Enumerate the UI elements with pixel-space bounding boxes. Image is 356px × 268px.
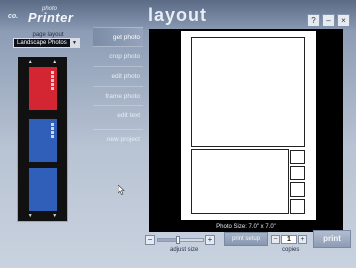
logo-title: Printer <box>28 10 74 25</box>
page-layout-select[interactable]: Landscape Photos ▼ <box>13 38 80 48</box>
title-bar: co. photo Printer layout ? – × <box>0 0 356 30</box>
app-logo: co. photo Printer <box>8 6 88 26</box>
page-layout-select-value: Landscape Photos <box>17 40 67 46</box>
zoom-in-button[interactable]: + <box>205 235 215 245</box>
chevron-down-icon[interactable]: ▼ <box>70 39 79 47</box>
layout-thumbnail-strip: ▲ ▲ ▼ ▼ <box>17 56 68 222</box>
copies-label: copies <box>282 247 300 253</box>
photo-frame-bottom[interactable] <box>191 149 289 214</box>
slider-fill <box>158 239 179 241</box>
photo-frame-small[interactable] <box>290 150 305 164</box>
photo-frame-small[interactable] <box>290 182 305 197</box>
frame-photo-button[interactable]: frame photo <box>93 86 143 105</box>
scroll-down-icon[interactable]: ▼ <box>52 213 57 219</box>
logo-brand: co. <box>8 13 19 20</box>
thumbnail-main-frame <box>32 123 50 139</box>
mouse-cursor-icon <box>118 185 125 195</box>
scroll-up-icon[interactable]: ▲ <box>28 59 33 65</box>
layout-thumbnail[interactable] <box>29 168 57 211</box>
adjust-size-slider[interactable] <box>157 236 204 244</box>
layout-thumbnail[interactable] <box>29 119 57 162</box>
help-button[interactable]: ? <box>307 14 320 27</box>
zoom-out-button[interactable]: − <box>145 235 155 245</box>
page-title: layout <box>148 5 208 25</box>
thumbnail-small-frames <box>51 71 55 91</box>
slider-handle[interactable] <box>176 236 181 244</box>
thumbnail-main-frame <box>32 71 50 87</box>
app-window: co. photo Printer layout ? – × page layo… <box>0 0 356 268</box>
new-project-button[interactable]: new project <box>93 129 143 148</box>
thumbnail-small-frames <box>51 123 55 139</box>
edit-photo-button[interactable]: edit photo <box>93 66 143 85</box>
thumbnail-bottom-frame <box>32 141 54 158</box>
layout-thumbnail[interactable] <box>29 67 57 110</box>
copies-increase-button[interactable]: + <box>298 235 307 244</box>
photo-frame-small[interactable] <box>290 199 305 214</box>
scroll-up-icon[interactable]: ▲ <box>52 59 57 65</box>
scroll-up-arrows[interactable]: ▲ ▲ <box>18 59 67 65</box>
thumbnail-bottom-frame <box>32 184 54 204</box>
crop-photo-button[interactable]: crop photo <box>93 46 143 65</box>
copies-decrease-button[interactable]: − <box>271 235 280 244</box>
scroll-down-icon[interactable]: ▼ <box>28 213 33 219</box>
copies-input[interactable]: 1 <box>281 235 297 244</box>
adjust-size-label: adjust size <box>170 247 199 253</box>
minimize-button[interactable]: – <box>322 14 335 27</box>
thumbnail-main-frame <box>32 172 54 182</box>
print-setup-button[interactable]: print setup <box>224 232 268 246</box>
edit-text-button[interactable]: edit text <box>93 105 143 124</box>
photo-frame-large[interactable] <box>191 37 305 147</box>
get-photo-button[interactable]: get photo <box>93 27 143 46</box>
photo-frame-small[interactable] <box>290 166 305 180</box>
scroll-down-arrows[interactable]: ▼ ▼ <box>18 213 67 219</box>
print-button[interactable]: print <box>313 230 351 248</box>
close-button[interactable]: × <box>337 14 350 27</box>
